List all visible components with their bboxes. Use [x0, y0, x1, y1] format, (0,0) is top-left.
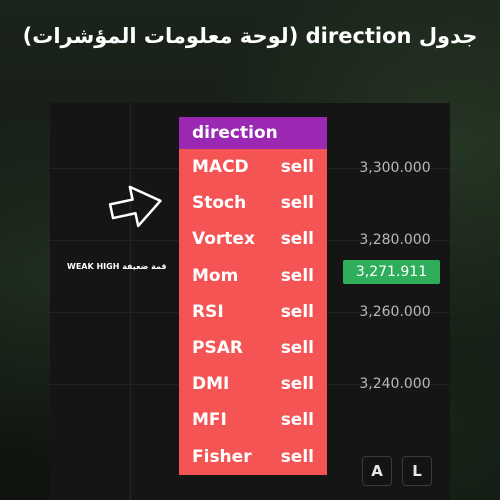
page-title: جدول direction (لوحة معلومات المؤشرات) — [22, 24, 478, 48]
indicator-name: Mom — [192, 265, 239, 286]
price-axis-label: 3,260.000 — [359, 304, 431, 320]
indicator-name: MACD — [192, 157, 249, 178]
log-scale-button[interactable]: L — [402, 456, 432, 486]
table-row: Stoch sell — [179, 185, 327, 221]
auto-scale-button[interactable]: A — [362, 456, 392, 486]
table-row: RSI sell — [179, 294, 327, 330]
grid-vertical-line — [130, 103, 131, 500]
table-row: Mom sell — [179, 258, 327, 294]
price-axis-label: 3,280.000 — [359, 232, 431, 248]
table-row: MFI sell — [179, 402, 327, 438]
indicator-name: RSI — [192, 301, 224, 322]
signal-value: sell — [280, 374, 314, 395]
indicator-name: MFI — [192, 410, 227, 431]
signal-value: sell — [280, 229, 314, 250]
signal-value: sell — [280, 446, 314, 467]
table-header: direction — [179, 117, 327, 149]
chart-panel[interactable]: 3,300.000 3,280.000 3,260.000 3,240.000 … — [50, 103, 450, 500]
price-axis-label: 3,300.000 — [359, 160, 431, 176]
current-price-badge: 3,271.911 — [343, 260, 440, 284]
table-row: PSAR sell — [179, 330, 327, 366]
indicator-name: DMI — [192, 374, 230, 395]
indicator-name: Stoch — [192, 193, 247, 214]
table-row: DMI sell — [179, 366, 327, 402]
arrow-icon — [108, 185, 162, 228]
indicator-name: PSAR — [192, 338, 243, 359]
table-row: MACD sell — [179, 149, 327, 185]
signal-value: sell — [280, 193, 314, 214]
table-row: Fisher sell — [179, 439, 327, 475]
signal-value: sell — [280, 410, 314, 431]
indicator-name: Vortex — [192, 229, 255, 250]
direction-table: direction MACD sell Stoch sell Vortex se… — [179, 117, 327, 475]
weak-high-annotation: WEAK HIGH قمة ضعيفة — [67, 262, 167, 271]
price-axis-label: 3,240.000 — [359, 376, 431, 392]
signal-value: sell — [280, 157, 314, 178]
signal-value: sell — [280, 338, 314, 359]
signal-value: sell — [280, 265, 314, 286]
indicator-name: Fisher — [192, 446, 252, 467]
signal-value: sell — [280, 301, 314, 322]
table-row: Vortex sell — [179, 221, 327, 257]
